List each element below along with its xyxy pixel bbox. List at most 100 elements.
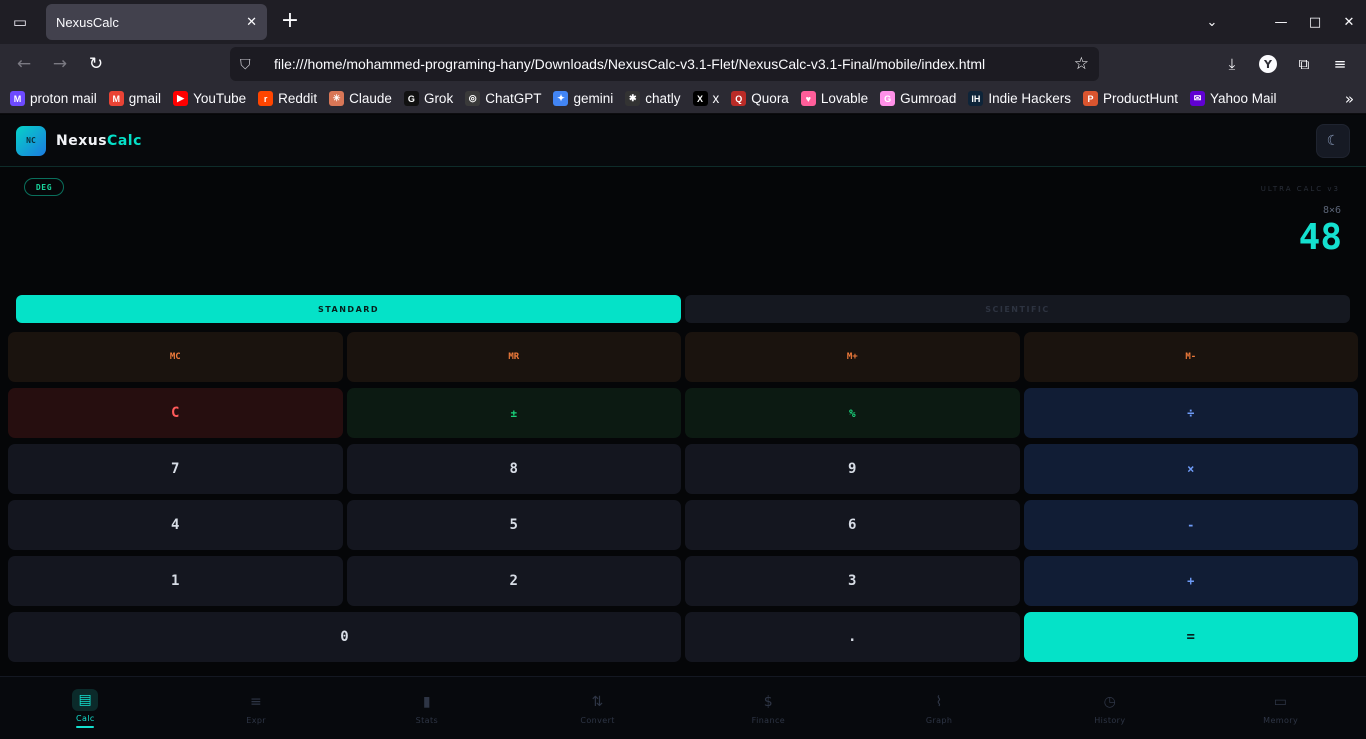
tab-title: NexusCalc bbox=[56, 14, 119, 30]
percent-button[interactable]: % bbox=[685, 388, 1020, 438]
bookmark-item[interactable]: ✳ Claude bbox=[329, 91, 392, 106]
clock-icon: ◷ bbox=[1103, 694, 1117, 710]
bookmark-label: Indie Hackers bbox=[988, 91, 1071, 106]
angle-mode-badge[interactable]: DEG bbox=[24, 178, 64, 196]
bookmark-label: Quora bbox=[751, 91, 789, 106]
tab-scientific[interactable]: SCIENTIFIC bbox=[685, 295, 1350, 323]
multiply-button[interactable]: × bbox=[1023, 444, 1358, 494]
back-icon[interactable]: ← bbox=[6, 46, 42, 82]
divide-button[interactable]: ÷ bbox=[1023, 388, 1358, 438]
digit-3-button[interactable]: 3 bbox=[685, 556, 1020, 606]
bookmark-item[interactable]: Mgmail bbox=[108, 91, 162, 106]
bookmark-favicon-icon: ▶ bbox=[173, 91, 189, 106]
memory-clear-button[interactable]: MC bbox=[8, 332, 343, 382]
new-tab-icon[interactable]: + bbox=[278, 9, 302, 35]
digit-1-button[interactable]: 1 bbox=[8, 556, 343, 606]
bookmark-favicon-icon: G bbox=[880, 91, 896, 106]
bookmark-item[interactable]: ▶ YouTube bbox=[173, 91, 246, 106]
reload-icon[interactable]: ↻ bbox=[78, 46, 114, 82]
nav-item-stats[interactable]: ▮ Stats bbox=[342, 677, 513, 739]
bookmark-favicon-icon: ✦ bbox=[553, 91, 569, 106]
bookmark-item[interactable]: ♥ Lovable bbox=[800, 91, 869, 106]
bookmark-item[interactable]: P ProductHunt bbox=[1082, 91, 1178, 106]
digit-7-button[interactable]: 7 bbox=[8, 444, 343, 494]
decimal-button[interactable]: . bbox=[685, 612, 1020, 662]
url-bar[interactable]: ⛉ file:///home/mohammed-programing-hany/… bbox=[230, 47, 1099, 81]
bookmark-favicon-icon: ♥ bbox=[800, 91, 816, 106]
memory-subtract-button[interactable]: M- bbox=[1023, 332, 1358, 382]
calculator-display: DEG ULTRA CALC v3 8×6 48 bbox=[0, 167, 1366, 287]
expression-display: 8×6 bbox=[1322, 205, 1341, 216]
bookmark-item[interactable]: Mproton mail bbox=[10, 91, 97, 106]
bookmark-item[interactable]: ✉ Yahoo Mail bbox=[1190, 91, 1277, 106]
sign-toggle-button[interactable]: ± bbox=[346, 388, 681, 438]
digit-2-button[interactable]: 2 bbox=[346, 556, 681, 606]
bookmark-favicon-icon: ✱ bbox=[625, 91, 641, 106]
digit-5-button[interactable]: 5 bbox=[346, 500, 681, 550]
bookmark-item[interactable]: ◎ ChatGPT bbox=[465, 91, 541, 106]
bookmark-label: proton mail bbox=[30, 91, 97, 106]
bookmark-label: gmail bbox=[128, 91, 162, 106]
bookmark-item[interactable]: G Grok bbox=[403, 91, 454, 106]
equals-button[interactable]: = bbox=[1023, 612, 1358, 662]
close-tab-icon[interactable]: ✕ bbox=[246, 14, 257, 30]
account-icon[interactable]: Y bbox=[1250, 46, 1286, 82]
bottom-navigation: ▤ Calc ≡ Expr ▮ Stats ⇅ Convert $ Finance ⌇ Graph ◷ H… bbox=[0, 676, 1366, 739]
extensions-icon[interactable]: ⧉ bbox=[1286, 46, 1322, 82]
memory-add-button[interactable]: M+ bbox=[685, 332, 1020, 382]
nav-item-calc[interactable]: ▤ Calc bbox=[0, 677, 171, 739]
close-window-icon[interactable]: ✕ bbox=[1332, 15, 1366, 30]
clear-button[interactable]: C bbox=[8, 388, 343, 438]
memory-recall-button[interactable]: MR bbox=[346, 332, 681, 382]
bookmark-label: chatly bbox=[645, 91, 681, 106]
nav-label: Stats bbox=[415, 716, 439, 725]
theme-toggle-moon-icon[interactable]: ☾ bbox=[1316, 123, 1350, 158]
minimize-icon[interactable]: — bbox=[1264, 15, 1298, 30]
digit-8-button[interactable]: 8 bbox=[346, 444, 681, 494]
window-controls: ⌄ — □ ✕ bbox=[1190, 0, 1366, 44]
nav-item-graph[interactable]: ⌇ Graph bbox=[854, 677, 1025, 739]
digit-0-button[interactable]: 0 bbox=[8, 612, 681, 662]
digit-9-button[interactable]: 9 bbox=[685, 444, 1020, 494]
menu-icon[interactable]: ≡ bbox=[1322, 46, 1358, 82]
forward-icon[interactable]: → bbox=[42, 46, 78, 82]
tab-standard[interactable]: STANDARD bbox=[16, 295, 681, 323]
bookmark-favicon-icon: ✉ bbox=[1190, 91, 1205, 106]
nav-item-memory[interactable]: ▭ Memory bbox=[1195, 677, 1366, 739]
bookmark-item[interactable]: Xx bbox=[692, 91, 719, 106]
bookmark-item[interactable]: G Gumroad bbox=[880, 91, 956, 106]
url-text[interactable]: file:///home/mohammed-programing-hany/Do… bbox=[274, 56, 1074, 72]
digit-4-button[interactable]: 4 bbox=[8, 500, 343, 550]
bookmark-label: Reddit bbox=[278, 91, 318, 106]
nav-item-convert[interactable]: ⇅ Convert bbox=[512, 677, 683, 739]
bookmark-favicon-icon: ◎ bbox=[465, 91, 481, 106]
bookmark-label: Grok bbox=[423, 91, 454, 106]
brand-part-calc: Calc bbox=[107, 132, 142, 149]
bookmark-label: YouTube bbox=[193, 91, 247, 106]
tab-list-icon[interactable]: ▭ bbox=[0, 0, 40, 44]
chevron-down-icon[interactable]: ⌄ bbox=[1190, 15, 1234, 30]
bookmark-item[interactable]: Q Quora bbox=[731, 91, 789, 106]
bookmark-item[interactable]: r Reddit bbox=[258, 91, 317, 106]
app-header: NC NexusCalc ☾ bbox=[0, 115, 1366, 167]
nav-label: Expr bbox=[246, 716, 266, 725]
download-icon[interactable]: ⤓ bbox=[1214, 46, 1250, 82]
nav-item-expr[interactable]: ≡ Expr bbox=[171, 677, 342, 739]
minus-button[interactable]: - bbox=[1023, 500, 1358, 550]
bookmarks-bar: Mproton mail Mgmail ▶ YouTube r Reddit ✳ Claude… bbox=[0, 84, 1366, 114]
maximize-icon[interactable]: □ bbox=[1298, 15, 1332, 30]
memory-icon: ▭ bbox=[1273, 694, 1288, 710]
nav-label: Convert bbox=[580, 716, 615, 725]
digit-6-button[interactable]: 6 bbox=[685, 500, 1020, 550]
nav-item-finance[interactable]: $ Finance bbox=[683, 677, 854, 739]
bookmark-item[interactable]: ✦ gemini bbox=[553, 91, 613, 106]
bookmarks-more-icon[interactable]: » bbox=[1345, 90, 1354, 108]
bookmark-item[interactable]: ✱ chatly bbox=[625, 91, 681, 106]
bookmark-label: Lovable bbox=[820, 91, 869, 106]
nav-item-history[interactable]: ◷ History bbox=[1025, 677, 1196, 739]
browser-tab[interactable]: NexusCalc ✕ bbox=[46, 4, 267, 40]
plus-button[interactable]: + bbox=[1023, 556, 1358, 606]
bookmark-star-icon[interactable]: ☆ bbox=[1074, 54, 1089, 74]
bookmark-favicon-icon: G bbox=[403, 91, 419, 106]
bookmark-item[interactable]: IH Indie Hackers bbox=[968, 91, 1071, 106]
